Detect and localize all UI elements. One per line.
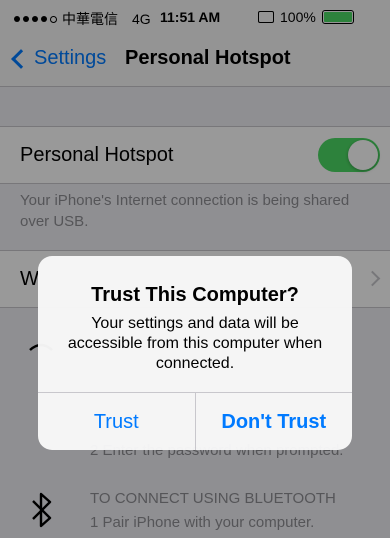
trust-button[interactable]: Trust	[38, 393, 196, 450]
trust-computer-alert: Trust This Computer? Your settings and d…	[38, 256, 352, 450]
alert-title: Trust This Computer?	[91, 284, 299, 306]
alert-buttons: Trust Don't Trust	[38, 392, 352, 450]
dont-trust-button[interactable]: Don't Trust	[196, 393, 353, 450]
screen: 中華電信 4G 11:51 AM 100% Settings Personal …	[0, 0, 390, 538]
alert-message: Your settings and data will be accessibl…	[67, 315, 323, 372]
